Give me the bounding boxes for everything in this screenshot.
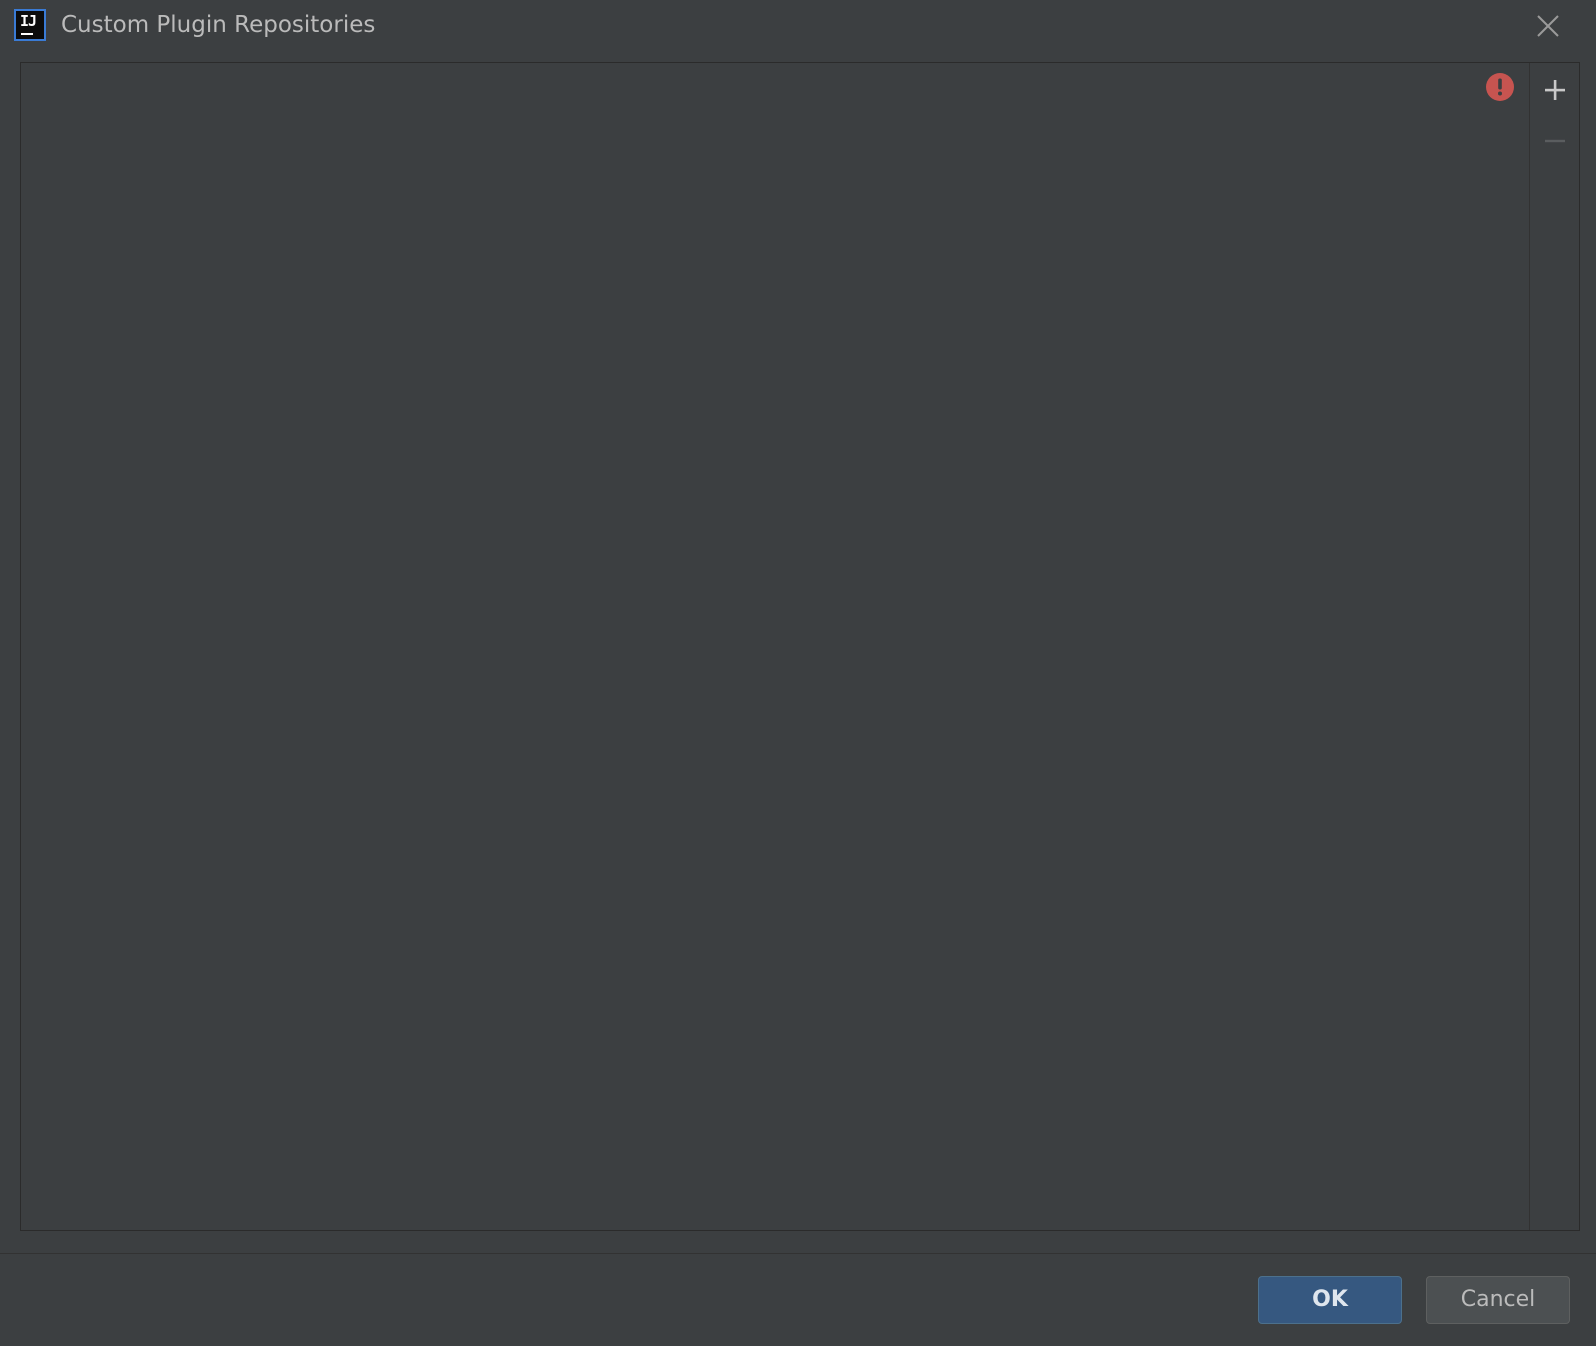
table-toolbar <box>1529 63 1579 1230</box>
footer-divider <box>0 1253 1596 1254</box>
title-bar: IJ Custom Plugin Repositories <box>0 0 1596 52</box>
repositories-table[interactable] <box>21 63 1529 1230</box>
close-icon <box>1537 15 1559 37</box>
error-icon <box>1486 73 1514 101</box>
remove-repository-button[interactable] <box>1540 126 1570 156</box>
repositories-table-panel <box>20 62 1580 1231</box>
custom-plugin-repositories-dialog: IJ Custom Plugin Repositories OK Cancel <box>0 0 1596 1346</box>
plus-icon <box>1545 80 1565 100</box>
cancel-button[interactable]: Cancel <box>1426 1276 1570 1324</box>
minus-icon <box>1545 139 1565 143</box>
ok-button[interactable]: OK <box>1258 1276 1402 1324</box>
dialog-title: Custom Plugin Repositories <box>61 12 376 38</box>
app-icon-label: IJ <box>20 12 37 30</box>
intellij-app-icon: IJ <box>14 9 46 41</box>
close-button[interactable] <box>1530 8 1566 44</box>
add-repository-button[interactable] <box>1540 75 1570 105</box>
